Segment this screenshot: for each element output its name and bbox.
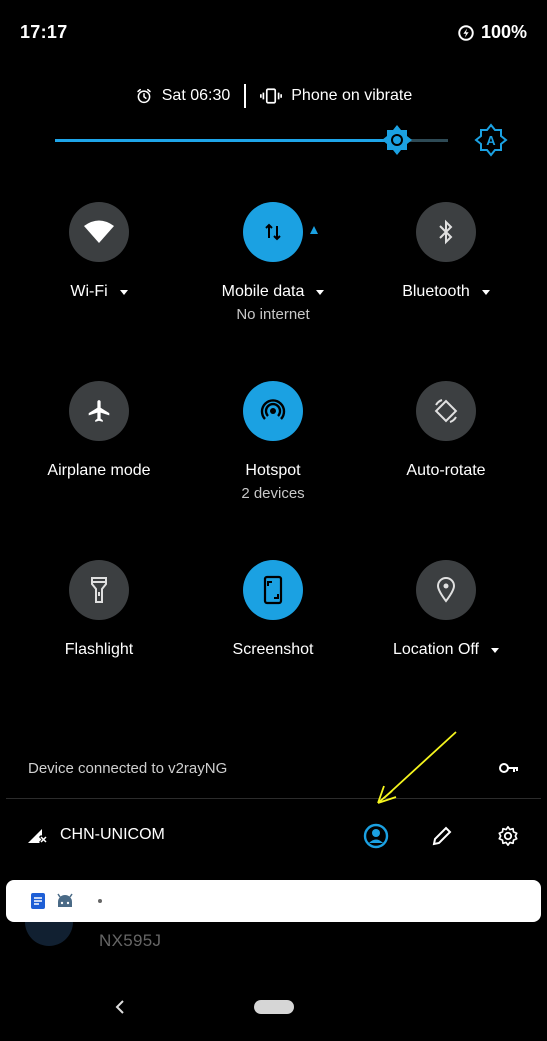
android-app-icon: [57, 893, 73, 907]
tile-wifi[interactable]: Wi-Fi: [12, 202, 186, 306]
signal-no-service-icon: [28, 829, 48, 843]
tile-mobile-data[interactable]: Mobile data No internet: [186, 202, 360, 323]
chevron-down-icon[interactable]: [481, 289, 490, 295]
tile-bluetooth[interactable]: Bluetooth: [359, 202, 533, 306]
location-icon: [436, 577, 456, 603]
tile-sub: No internet: [236, 306, 310, 323]
signal-up-icon: [310, 226, 318, 234]
tile-label: Location Off: [393, 641, 479, 658]
status-time: 17:17: [20, 22, 68, 42]
flashlight-icon: [91, 577, 107, 603]
tile-location-label-row: Location Off: [359, 641, 533, 659]
tile-airplane-label-row: Airplane mode: [12, 462, 186, 480]
tile-flashlight[interactable]: Flashlight: [12, 560, 186, 664]
tile-auto-rotate-label-row: Auto-rotate: [359, 462, 533, 480]
tile-label: Bluetooth: [402, 283, 470, 300]
divider: [6, 798, 541, 799]
screenshot-toggle[interactable]: [243, 560, 303, 620]
chevron-down-icon[interactable]: [316, 289, 325, 295]
info-row: Sat 06:30 Phone on vibrate: [0, 84, 547, 108]
separator-dot: [98, 899, 102, 903]
wifi-icon: [84, 220, 114, 243]
tile-label: Auto-rotate: [406, 462, 486, 479]
tile-auto-rotate[interactable]: Auto-rotate: [359, 381, 533, 485]
battery-saver-icon: [458, 24, 474, 41]
tile-label: Screenshot: [232, 641, 314, 658]
mobile-data-toggle[interactable]: [243, 202, 303, 262]
back-icon[interactable]: [112, 998, 128, 1016]
auto-rotate-toggle[interactable]: [416, 381, 476, 441]
airplane-toggle[interactable]: [69, 381, 129, 441]
battery-percent: 100%: [480, 22, 527, 42]
ringer-info[interactable]: Phone on vibrate: [260, 87, 412, 105]
location-toggle[interactable]: [416, 560, 476, 620]
tile-wifi-label-row: Wi-Fi: [12, 283, 186, 301]
vibrate-icon: [260, 88, 283, 104]
tile-label: Airplane mode: [47, 462, 151, 479]
bluetooth-icon: [439, 219, 453, 245]
auto-brightness-icon[interactable]: A: [474, 123, 508, 157]
wifi-toggle[interactable]: [69, 202, 129, 262]
chevron-down-icon[interactable]: [119, 289, 128, 295]
alarm-info[interactable]: Sat 06:30: [135, 87, 231, 105]
tile-label: Hotspot: [245, 462, 301, 479]
brightness-thumb-icon[interactable]: [381, 124, 413, 156]
svg-text:A: A: [486, 133, 496, 148]
tile-hotspot-label-row: Hotspot: [186, 462, 360, 480]
tile-bluetooth-label-row: Bluetooth: [359, 283, 533, 301]
vpn-key-icon[interactable]: [498, 760, 520, 776]
tile-location[interactable]: Location Off: [359, 560, 533, 664]
settings-button[interactable]: [494, 822, 522, 850]
tile-screenshot-label-row: Screenshot: [186, 641, 360, 659]
tile-label: Wi-Fi: [70, 283, 108, 300]
vpn-status[interactable]: Device connected to v2rayNG: [28, 760, 227, 777]
edit-button[interactable]: [428, 822, 456, 850]
tile-label: Flashlight: [64, 641, 134, 658]
auto-rotate-icon: [434, 399, 458, 423]
info-divider: [244, 84, 247, 108]
tile-airplane[interactable]: Airplane mode: [12, 381, 186, 485]
notification-device-text: NX595J: [99, 931, 162, 950]
airplane-icon: [88, 400, 110, 422]
carrier-info: CHN-UNICOM: [28, 826, 165, 844]
pencil-icon: [432, 826, 452, 846]
tile-hotspot[interactable]: Hotspot 2 devices: [186, 381, 360, 502]
alarm-time: Sat 06:30: [161, 87, 231, 104]
battery-status: 100%: [457, 22, 527, 43]
chevron-down-icon[interactable]: [490, 647, 499, 653]
hotspot-toggle[interactable]: [243, 381, 303, 441]
screenshot-icon: [263, 575, 283, 605]
ringer-mode: Phone on vibrate: [291, 87, 413, 104]
home-pill[interactable]: [254, 1000, 294, 1014]
tile-label: Mobile data: [221, 283, 305, 300]
carrier-name: CHN-UNICOM: [60, 826, 165, 843]
gear-icon: [498, 826, 518, 846]
annotation-arrow-icon: [377, 731, 457, 804]
flashlight-toggle[interactable]: [69, 560, 129, 620]
hotspot-icon: [260, 399, 286, 420]
tile-sub: 2 devices: [241, 485, 305, 502]
alarm-icon: [137, 88, 151, 104]
bluetooth-toggle[interactable]: [416, 202, 476, 262]
notification-card[interactable]: [6, 880, 541, 922]
user-switch-button[interactable]: [362, 822, 390, 850]
tile-screenshot[interactable]: Screenshot: [186, 560, 360, 664]
tile-mobile-data-label-row: Mobile data: [186, 283, 360, 301]
docs-app-icon: [31, 893, 45, 909]
user-account-icon: [363, 823, 389, 849]
brightness-slider-fill: [55, 139, 397, 142]
tile-flashlight-label-row: Flashlight: [12, 641, 186, 659]
mobile-data-icon: [265, 223, 281, 241]
